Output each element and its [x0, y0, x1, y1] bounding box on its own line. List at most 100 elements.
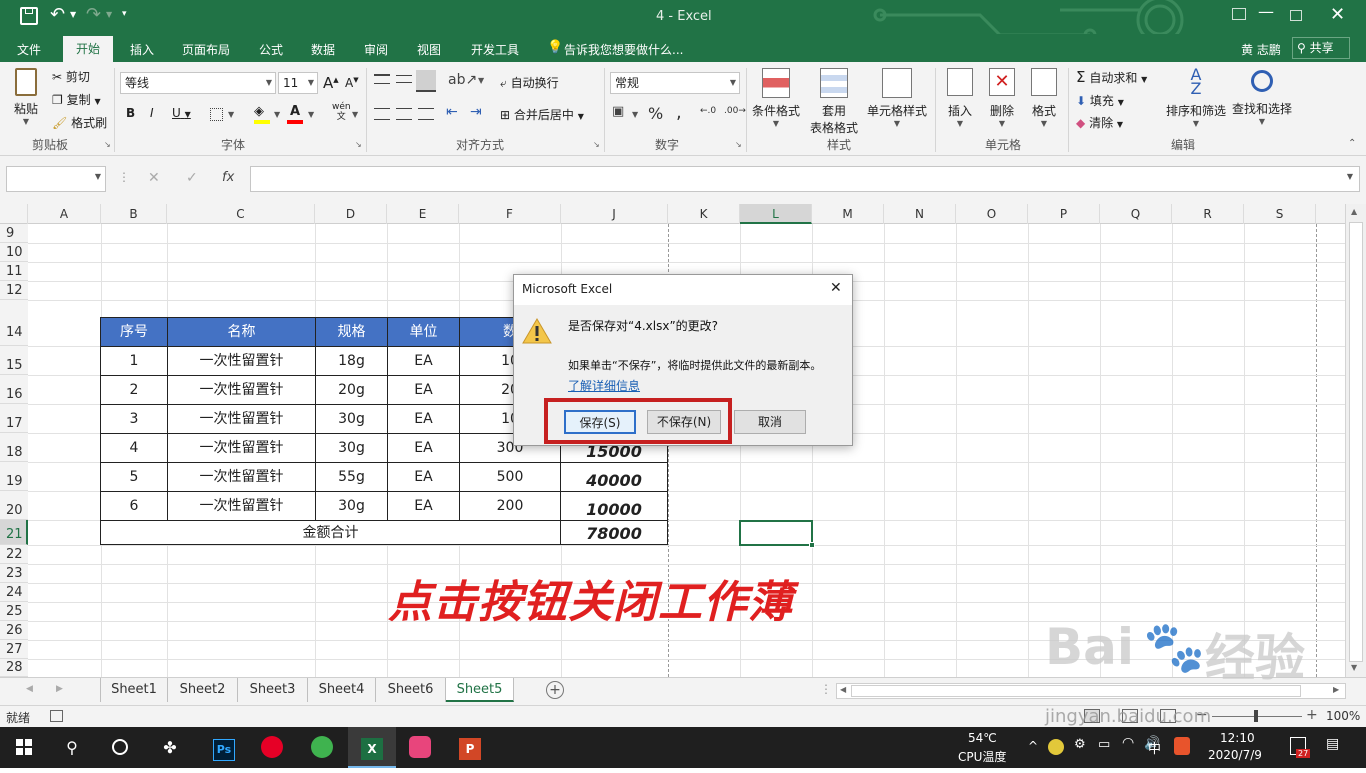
- action-center-icon[interactable]: ▤: [1326, 736, 1339, 752]
- align-middle-icon[interactable]: [396, 75, 412, 83]
- table-cell[interactable]: 55g: [315, 462, 388, 492]
- phonetic-button[interactable]: wén 文: [332, 102, 351, 122]
- restore-icon[interactable]: [1290, 10, 1302, 21]
- scroll-thumb[interactable]: [1349, 222, 1363, 662]
- row-header[interactable]: 15: [0, 346, 28, 375]
- grow-font-button[interactable]: A▲: [323, 74, 339, 92]
- row-header[interactable]: 25: [0, 602, 28, 621]
- underline-button[interactable]: U ▼: [172, 106, 191, 120]
- clock-date[interactable]: 2020/7/9: [1208, 748, 1262, 762]
- table-cell[interactable]: EA: [387, 346, 460, 376]
- tab-data[interactable]: 数据: [302, 38, 344, 62]
- collapse-ribbon-icon[interactable]: ⌃: [1348, 138, 1356, 149]
- align-center-icon[interactable]: [396, 108, 412, 120]
- column-header-l[interactable]: L: [740, 204, 812, 224]
- table-header-spec[interactable]: 规格: [315, 317, 388, 347]
- macro-record-icon[interactable]: [50, 710, 63, 722]
- wifi-icon[interactable]: ◠: [1122, 735, 1134, 751]
- insert-function-button[interactable]: fx: [222, 170, 234, 185]
- table-header-name[interactable]: 名称: [167, 317, 316, 347]
- row-header[interactable]: 21: [0, 520, 28, 545]
- column-header-p[interactable]: P: [1028, 204, 1100, 224]
- wrap-text-button[interactable]: ⤶ 自动换行: [500, 74, 559, 91]
- table-cell[interactable]: EA: [387, 404, 460, 434]
- sogou-icon[interactable]: [1174, 737, 1190, 755]
- dialog-launcher-icon[interactable]: ↘: [593, 140, 600, 149]
- netease-music-button[interactable]: [248, 727, 296, 768]
- vertical-scrollbar[interactable]: ▲ ▼: [1345, 204, 1366, 677]
- column-header-n[interactable]: N: [884, 204, 956, 224]
- screenshot-app-button[interactable]: [396, 727, 444, 768]
- search-button[interactable]: ⚲: [48, 727, 96, 768]
- table-cell[interactable]: 一次性留置针: [167, 404, 316, 434]
- amount-cell[interactable]: 40000: [560, 462, 668, 492]
- powerpoint-button[interactable]: P: [446, 727, 494, 768]
- ribbon-display-icon[interactable]: [1232, 8, 1246, 20]
- table-cell[interactable]: 20g: [315, 375, 388, 405]
- tray-app-icon[interactable]: [1048, 739, 1064, 755]
- find-select-button[interactable]: 查找和选择 ▼: [1230, 66, 1294, 126]
- column-header-c[interactable]: C: [167, 204, 315, 224]
- table-cell[interactable]: 一次性留置针: [167, 462, 316, 492]
- row-header[interactable]: 24: [0, 583, 28, 602]
- table-cell[interactable]: 4: [100, 433, 168, 463]
- font-name-combo[interactable]: 等线 ▼: [120, 72, 276, 94]
- table-cell[interactable]: 5: [100, 462, 168, 492]
- tray-expand-icon[interactable]: ^: [1028, 739, 1038, 753]
- row-header[interactable]: 22: [0, 545, 28, 564]
- table-cell[interactable]: 18g: [315, 346, 388, 376]
- increase-decimal-icon[interactable]: ←.0: [700, 106, 716, 116]
- scroll-up-icon[interactable]: ▲: [1351, 207, 1357, 216]
- cell-styles-button[interactable]: 单元格样式 ▼: [864, 66, 930, 128]
- total-amount-cell[interactable]: 78000: [560, 520, 668, 545]
- fill-handle[interactable]: [809, 542, 815, 548]
- table-cell[interactable]: 3: [100, 404, 168, 434]
- scroll-left-icon[interactable]: ◀: [840, 685, 846, 694]
- column-header-f[interactable]: F: [459, 204, 561, 224]
- row-header[interactable]: 20: [0, 491, 28, 520]
- table-cell[interactable]: EA: [387, 375, 460, 405]
- cancel-button[interactable]: 取消: [734, 410, 806, 434]
- align-right-icon[interactable]: [418, 108, 434, 120]
- delete-cells-button[interactable]: ✕ 删除 ▼: [982, 66, 1022, 128]
- chevron-down-icon[interactable]: ▼: [478, 76, 484, 85]
- table-cell[interactable]: 一次性留置针: [167, 433, 316, 463]
- column-header-b[interactable]: B: [101, 204, 167, 224]
- name-box[interactable]: ▼: [6, 166, 106, 192]
- row-header[interactable]: 12: [0, 281, 28, 300]
- format-cells-button[interactable]: 格式 ▼: [1024, 66, 1064, 128]
- table-cell[interactable]: 200: [459, 491, 561, 521]
- sheet-tab-sheet6[interactable]: Sheet6: [376, 678, 446, 702]
- table-cell[interactable]: 500: [459, 462, 561, 492]
- column-header-a[interactable]: A: [28, 204, 101, 224]
- undo-dropdown-icon[interactable]: ▼: [70, 10, 76, 19]
- save-icon[interactable]: [20, 7, 38, 25]
- sheet-tab-sheet2[interactable]: Sheet2: [168, 678, 238, 702]
- tell-me-box[interactable]: 告诉我您想要做什么...: [564, 38, 694, 62]
- table-cell[interactable]: EA: [387, 433, 460, 463]
- table-cell[interactable]: 30g: [315, 404, 388, 434]
- total-label-cell[interactable]: 金额合计: [100, 520, 561, 545]
- column-header-k[interactable]: K: [668, 204, 740, 224]
- share-button[interactable]: ⚲ 共享: [1292, 37, 1350, 59]
- orientation-icon[interactable]: ab↗: [448, 72, 477, 88]
- row-header[interactable]: 14: [0, 300, 28, 346]
- column-header-q[interactable]: Q: [1100, 204, 1172, 224]
- shrink-font-button[interactable]: A▼: [345, 76, 359, 90]
- learn-more-link[interactable]: 了解详细信息: [568, 377, 640, 394]
- table-cell[interactable]: 一次性留置针: [167, 375, 316, 405]
- conditional-format-button[interactable]: 条件格式 ▼: [750, 66, 802, 128]
- column-header-o[interactable]: O: [956, 204, 1028, 224]
- number-format-combo[interactable]: 常规 ▼: [610, 72, 740, 94]
- column-header-r[interactable]: R: [1172, 204, 1244, 224]
- column-header-s[interactable]: S: [1244, 204, 1316, 224]
- table-cell[interactable]: 30g: [315, 433, 388, 463]
- scroll-down-icon[interactable]: ▼: [1351, 663, 1357, 672]
- chevron-down-icon[interactable]: ▼: [228, 110, 234, 119]
- formula-input[interactable]: ▼: [250, 166, 1360, 192]
- currency-icon[interactable]: ▣: [612, 104, 624, 119]
- tab-formulas[interactable]: 公式: [250, 38, 292, 62]
- table-header-unit[interactable]: 单位: [387, 317, 460, 347]
- select-all-corner[interactable]: [0, 204, 28, 224]
- comma-button[interactable]: ,: [676, 102, 682, 123]
